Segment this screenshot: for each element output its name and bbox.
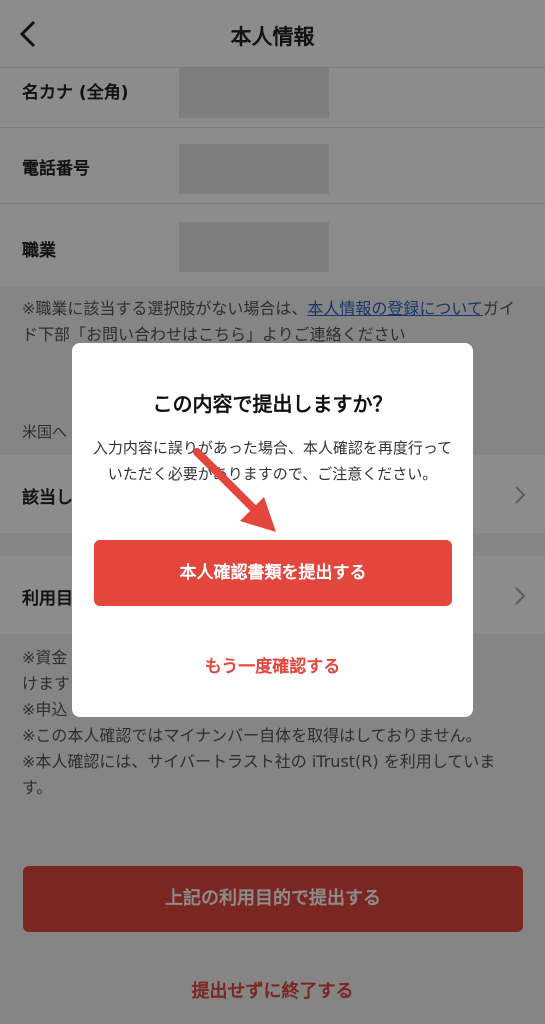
dialog-message: 入力内容に誤りがあった場合、本人確認を再度行っていただく必要がありますので、ご注… <box>92 439 453 483</box>
confirm-dialog: この内容で提出しますか？ 入力内容に誤りがあった場合、本人確認を再度行っていただ… <box>72 343 473 717</box>
recheck-button[interactable]: もう一度確認する <box>72 652 473 677</box>
submit-documents-button[interactable]: 本人確認書類を提出する <box>94 540 452 606</box>
dialog-title: この内容で提出しますか？ <box>152 392 393 416</box>
